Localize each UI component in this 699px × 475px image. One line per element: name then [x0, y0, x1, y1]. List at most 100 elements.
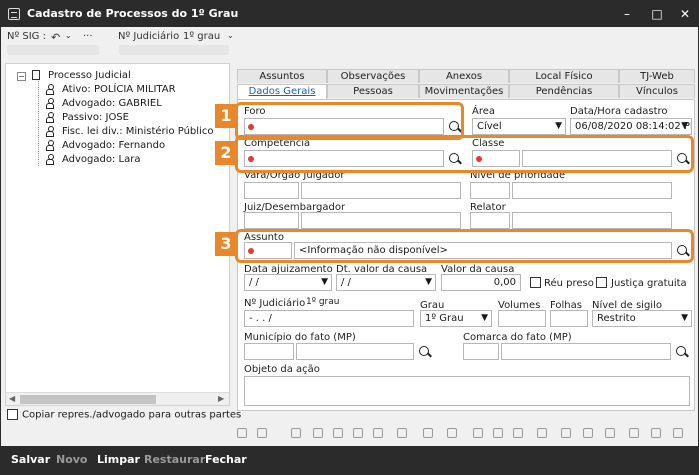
tab-observacoes[interactable]: Observações: [327, 69, 419, 83]
message-icon[interactable]: [651, 428, 661, 438]
comarca-name-field[interactable]: [501, 343, 671, 360]
lawyer-icon: [46, 154, 54, 165]
area-select[interactable]: Cível ▼: [472, 118, 566, 135]
expand-icon[interactable]: [537, 428, 547, 438]
chevron-down-icon[interactable]: ⌄: [65, 31, 72, 40]
filing-date-field[interactable]: / / ▼: [244, 274, 332, 291]
refresh-icon[interactable]: [513, 428, 523, 438]
maximize-button[interactable]: □: [649, 6, 665, 22]
tree-expand-toggle[interactable]: −: [17, 72, 26, 81]
copy-representative-checkbox[interactable]: [7, 409, 18, 420]
tab-pessoas[interactable]: Pessoas: [327, 84, 419, 98]
tree-item-advogado[interactable]: Advogado: GABRIEL: [62, 98, 162, 112]
tag-icon[interactable]: [493, 428, 503, 438]
date-created-field[interactable]: 06/08/2020 08:14:02 PM ▼: [570, 118, 692, 135]
folhas-field[interactable]: [550, 310, 588, 327]
priority-code-field[interactable]: [470, 182, 510, 199]
tree-item-advogado[interactable]: Advogado: Fernando: [62, 140, 165, 154]
tree-horizontal-scrollbar[interactable]: ◀ ▶: [6, 392, 229, 405]
municipality-code-field[interactable]: [244, 343, 294, 360]
clear-button[interactable]: Limpar: [97, 453, 140, 466]
scroll-left-icon[interactable]: ◀: [9, 394, 15, 403]
phone-icon[interactable]: [473, 428, 483, 438]
tree-view-icon[interactable]: [291, 428, 301, 438]
justica-gratuita-checkbox[interactable]: [596, 277, 607, 288]
date-created-value: 06/08/2020 08:14:02 PM: [575, 121, 692, 132]
relator-name-field[interactable]: [512, 212, 672, 229]
process-tree[interactable]: − Processo Judicial Ativo: POLÍCIA MILIT…: [5, 63, 230, 406]
tree-root[interactable]: Processo Judicial: [48, 70, 131, 84]
action-bar: Salvar Novo Limpar Restaurar Fechar: [1, 446, 698, 474]
save-icon[interactable]: [373, 428, 383, 438]
tree-item-fiscal[interactable]: Fisc. lei div.: Ministério Público: [62, 126, 213, 140]
vara-code-field[interactable]: [244, 182, 299, 199]
volumes-field[interactable]: [498, 310, 546, 327]
new-document-icon[interactable]: [237, 428, 247, 438]
close-button[interactable]: ✕: [677, 6, 693, 22]
claim-value-date-field[interactable]: / / ▼: [336, 274, 436, 291]
tree-item-ativo[interactable]: Ativo: POLÍCIA MILITAR: [62, 84, 176, 98]
tab-movimentacoes[interactable]: Movimentações: [419, 84, 509, 98]
folder-icon[interactable]: [257, 428, 267, 438]
municipality-search-icon[interactable]: [418, 345, 432, 359]
more-options-icon[interactable]: ···: [83, 31, 93, 42]
archive-icon[interactable]: [397, 428, 407, 438]
comarca-code-field[interactable]: [463, 343, 499, 360]
degree-label: 1º grau: [183, 31, 221, 42]
action-object-field[interactable]: [244, 376, 690, 406]
link-icon[interactable]: [313, 428, 323, 438]
claim-value-field[interactable]: 0,00: [441, 274, 521, 291]
grid-icon[interactable]: [605, 428, 615, 438]
tab-tj-web[interactable]: TJ-Web: [619, 69, 695, 83]
document-icon: [32, 70, 40, 80]
judicial-number-label: Nº Judiciário: [244, 298, 306, 309]
new-button[interactable]: Novo: [56, 453, 88, 466]
judicial-number-label: Nº Judiciário: [118, 31, 180, 42]
vara-description-field[interactable]: [301, 182, 461, 199]
copy-icon[interactable]: [333, 428, 343, 438]
tree-item-advogado[interactable]: Advogado: Lara: [62, 154, 140, 168]
undo-icon[interactable]: ↶: [51, 31, 60, 44]
tab-assuntos[interactable]: Assuntos: [237, 69, 327, 83]
tab-local-fisico[interactable]: Local Físico: [509, 69, 619, 83]
secrecy-level-select[interactable]: Restrito ▼: [592, 310, 692, 327]
grau-select[interactable]: 1º Grau ▼: [420, 310, 492, 327]
edit-icon[interactable]: [423, 428, 433, 438]
sig-label: Nº SIG :: [7, 31, 46, 42]
tab-dados-gerais[interactable]: Dados Gerais: [237, 84, 327, 99]
callout-badge-3: 3: [215, 232, 237, 256]
chart-icon[interactable]: [583, 428, 593, 438]
tab-pendencias[interactable]: Pendências: [509, 84, 619, 98]
settings-icon[interactable]: [673, 428, 683, 438]
sig-number-field[interactable]: [7, 45, 99, 55]
judicial-number-field[interactable]: - . . /: [244, 310, 414, 327]
save-button[interactable]: Salvar: [11, 453, 50, 466]
chevron-down-icon[interactable]: ⌄: [227, 31, 234, 40]
tree-item-passivo[interactable]: Passivo: JOSE: [62, 112, 129, 126]
restore-button[interactable]: Restaurar: [144, 453, 205, 466]
copy-representative-label: Copiar repres./advogado para outras part…: [22, 409, 242, 421]
share-icon[interactable]: [629, 428, 639, 438]
municipality-name-field[interactable]: [296, 343, 414, 360]
list-icon[interactable]: [353, 428, 363, 438]
inbox-icon[interactable]: [561, 428, 571, 438]
scroll-right-icon[interactable]: ▶: [218, 394, 224, 403]
comarca-search-icon[interactable]: [675, 345, 689, 359]
close-form-button[interactable]: Fechar: [205, 453, 247, 466]
judge-name-field[interactable]: [301, 212, 461, 229]
minimize-button[interactable]: –: [619, 6, 635, 22]
area-value: Cível: [477, 121, 502, 132]
copy-representative-option[interactable]: Copiar repres./advogado para outras part…: [7, 409, 241, 421]
tab-vinculos[interactable]: Vínculos: [619, 84, 695, 98]
tab-anexos[interactable]: Anexos: [419, 69, 509, 83]
chevron-down-icon: ▼: [425, 277, 432, 287]
relator-code-field[interactable]: [470, 212, 510, 229]
scroll-thumb[interactable]: [20, 395, 156, 404]
highlight-assunto: [235, 229, 694, 263]
judicial-number-field[interactable]: [119, 45, 229, 55]
chevron-down-icon: ▼: [555, 121, 562, 131]
priority-description-field[interactable]: [512, 182, 672, 199]
reu-preso-checkbox[interactable]: [530, 277, 541, 288]
print-icon[interactable]: [447, 428, 457, 438]
judge-code-field[interactable]: [244, 212, 299, 229]
